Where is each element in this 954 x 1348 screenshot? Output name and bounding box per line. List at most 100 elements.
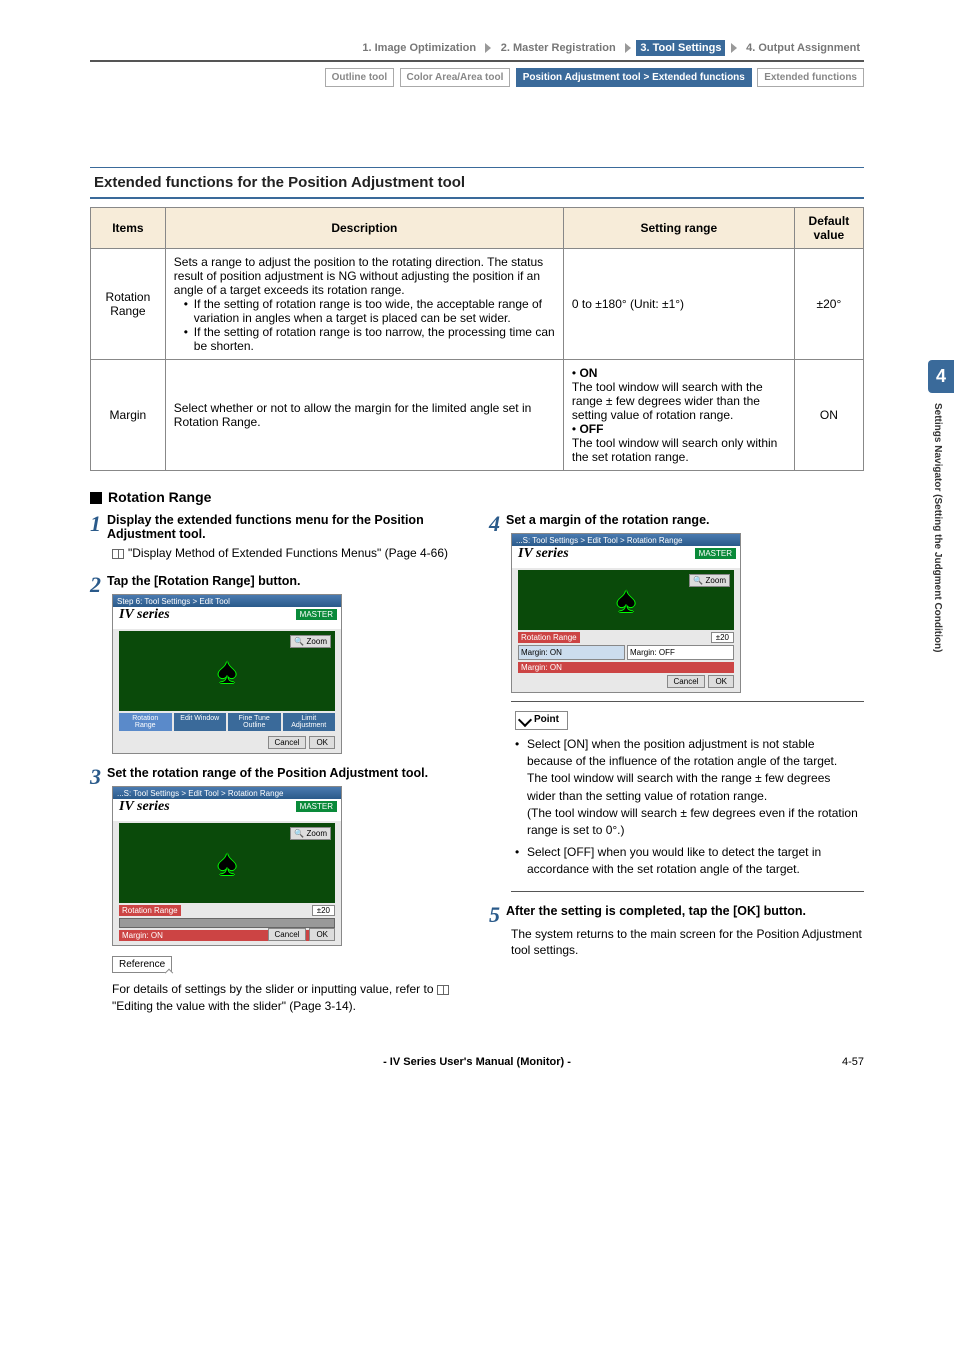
reference-link: "Editing the value with the slider" (Pag… xyxy=(112,999,356,1013)
margin-status[interactable]: Margin: ON xyxy=(518,662,734,673)
step-2: 2 Tap the [Rotation Range] button. Step … xyxy=(90,574,465,754)
step-number: 5 xyxy=(489,904,500,926)
sub-nav: Outline tool Color Area/Area tool Positi… xyxy=(90,68,864,87)
step-title: Set a margin of the rotation range. xyxy=(506,513,864,527)
ok-button[interactable]: OK xyxy=(708,675,734,688)
spade-icon: ♠ xyxy=(616,579,635,621)
cell-desc: Sets a range to adjust the position to t… xyxy=(165,249,563,360)
cell-range: • ON The tool window will search with th… xyxy=(563,360,794,471)
cell-range: 0 to ±180° (Unit: ±1°) xyxy=(563,249,794,360)
camera-viewport: ♠ 🔍 Zoom xyxy=(518,570,734,630)
subsection-heading: Rotation Range xyxy=(90,489,864,505)
reference-body: For details of settings by the slider or… xyxy=(112,981,465,1015)
cell-item: Margin xyxy=(91,360,166,471)
cell-default: ±20° xyxy=(794,249,863,360)
tab-limit-adjust[interactable]: Limit Adjustment xyxy=(283,713,336,731)
cancel-button[interactable]: Cancel xyxy=(268,928,307,941)
cell-desc: Select whether or not to allow the margi… xyxy=(165,360,563,471)
iv-logo: IV series xyxy=(113,605,176,624)
cell-item: Rotation Range xyxy=(91,249,166,360)
step-title: Tap the [Rotation Range] button. xyxy=(107,574,465,588)
step-number: 3 xyxy=(90,766,101,788)
master-badge: MASTER xyxy=(296,609,337,620)
step-1: 1 Display the extended functions menu fo… xyxy=(90,513,465,562)
step-body: The system returns to the main screen fo… xyxy=(511,926,864,960)
table-row: Margin Select whether or not to allow th… xyxy=(91,360,864,471)
reference-label: Reference xyxy=(119,959,165,970)
step-number: 4 xyxy=(489,513,500,535)
ui-screenshot-step2: Step 6: Tool Settings > Edit Tool IV ser… xyxy=(112,594,342,754)
point-item: Select [OFF] when you would like to dete… xyxy=(515,844,860,879)
subnav-outline: Outline tool xyxy=(325,68,395,87)
range-off-text: The tool window will search only within … xyxy=(572,436,777,464)
point-label: Point xyxy=(515,711,568,730)
zoom-button[interactable]: 🔍 Zoom xyxy=(290,827,331,840)
cell-default: ON xyxy=(794,360,863,471)
iv-logo: IV series xyxy=(113,797,176,816)
book-icon xyxy=(437,985,449,995)
range-on-text: The tool window will search with the ran… xyxy=(572,380,763,422)
desc-bullet: If the setting of rotation range is too … xyxy=(184,297,555,325)
tab-edit-window[interactable]: Edit Window xyxy=(174,713,227,731)
tab-rotation-range[interactable]: Rotation Range xyxy=(119,713,172,731)
zoom-button[interactable]: 🔍 Zoom xyxy=(689,574,730,587)
step-4: 4 Set a margin of the rotation range. ..… xyxy=(489,513,864,892)
range-on-label: ON xyxy=(579,366,597,380)
point-box: Point Select [ON] when the position adju… xyxy=(511,701,864,892)
spade-icon: ♠ xyxy=(217,842,236,884)
subsection-text: Rotation Range xyxy=(108,489,211,505)
breadcrumb: 1. Image Optimization 2. Master Registra… xyxy=(90,40,864,62)
tab-fine-tune[interactable]: Fine Tune Outline xyxy=(228,713,281,731)
col-description: Description xyxy=(165,208,563,249)
chevron-right-icon xyxy=(625,43,631,53)
desc-bullets: If the setting of rotation range is too … xyxy=(174,297,555,353)
desc-bullet: If the setting of rotation range is too … xyxy=(184,325,555,353)
step-title: Set the rotation range of the Position A… xyxy=(107,766,465,780)
step-5: 5 After the setting is completed, tap th… xyxy=(489,904,864,960)
margin-off-option[interactable]: Margin: OFF xyxy=(627,645,734,660)
footer-title: - IV Series User's Manual (Monitor) - xyxy=(383,1056,571,1068)
section-title: Extended functions for the Position Adju… xyxy=(90,167,864,199)
camera-viewport: ♠ 🔍 Zoom xyxy=(119,823,335,903)
step-3: 3 Set the rotation range of the Position… xyxy=(90,766,465,1015)
breadcrumb-step-3: 3. Tool Settings xyxy=(636,40,725,56)
step-title: After the setting is completed, tap the … xyxy=(506,904,864,918)
chevron-right-icon xyxy=(731,43,737,53)
rotation-slider[interactable] xyxy=(119,918,335,928)
range-text: 0 to ±180° (Unit: ±1°) xyxy=(572,297,684,311)
step-ref: "Display Method of Extended Functions Me… xyxy=(128,546,448,560)
step-title: Display the extended functions menu for … xyxy=(107,513,465,541)
slider-label: Rotation Range xyxy=(119,905,181,916)
step-number: 1 xyxy=(90,513,101,535)
ok-button[interactable]: OK xyxy=(309,928,335,941)
subnav-position-adjust: Position Adjustment tool > Extended func… xyxy=(516,68,752,87)
slider-value[interactable]: ±20 xyxy=(312,905,335,916)
slider-value: ±20 xyxy=(711,632,734,643)
ok-button[interactable]: OK xyxy=(309,736,335,749)
step-body: "Display Method of Extended Functions Me… xyxy=(112,545,465,562)
book-icon xyxy=(112,549,124,559)
reference-box: Reference xyxy=(112,956,172,973)
ui-screenshot-step3: ...S: Tool Settings > Edit Tool > Rotati… xyxy=(112,786,342,946)
desc-main: Sets a range to adjust the position to t… xyxy=(174,255,543,297)
table-row: Rotation Range Sets a range to adjust th… xyxy=(91,249,864,360)
slider-label: Rotation Range xyxy=(518,632,580,643)
cancel-button[interactable]: Cancel xyxy=(268,736,307,749)
col-default: Default value xyxy=(794,208,863,249)
breadcrumb-step-4: 4. Output Assignment xyxy=(742,40,864,56)
zoom-button[interactable]: 🔍 Zoom xyxy=(290,635,331,648)
breadcrumb-step-1: 1. Image Optimization xyxy=(358,40,480,56)
margin-on-option[interactable]: Margin: ON xyxy=(518,645,625,660)
page-number: 4-57 xyxy=(842,1056,864,1068)
spec-table: Items Description Setting range Default … xyxy=(90,207,864,471)
step-number: 2 xyxy=(90,574,101,596)
range-off-label: OFF xyxy=(579,422,603,436)
cancel-button[interactable]: Cancel xyxy=(667,675,706,688)
ui-screenshot-step4: ...S: Tool Settings > Edit Tool > Rotati… xyxy=(511,533,741,693)
left-column: 1 Display the extended functions menu fo… xyxy=(90,513,465,1026)
right-column: 4 Set a margin of the rotation range. ..… xyxy=(489,513,864,1026)
breadcrumb-step-2: 2. Master Registration xyxy=(497,40,620,56)
subnav-color-area: Color Area/Area tool xyxy=(400,68,511,87)
chevron-right-icon xyxy=(485,43,491,53)
subnav-extended: Extended functions xyxy=(757,68,864,87)
